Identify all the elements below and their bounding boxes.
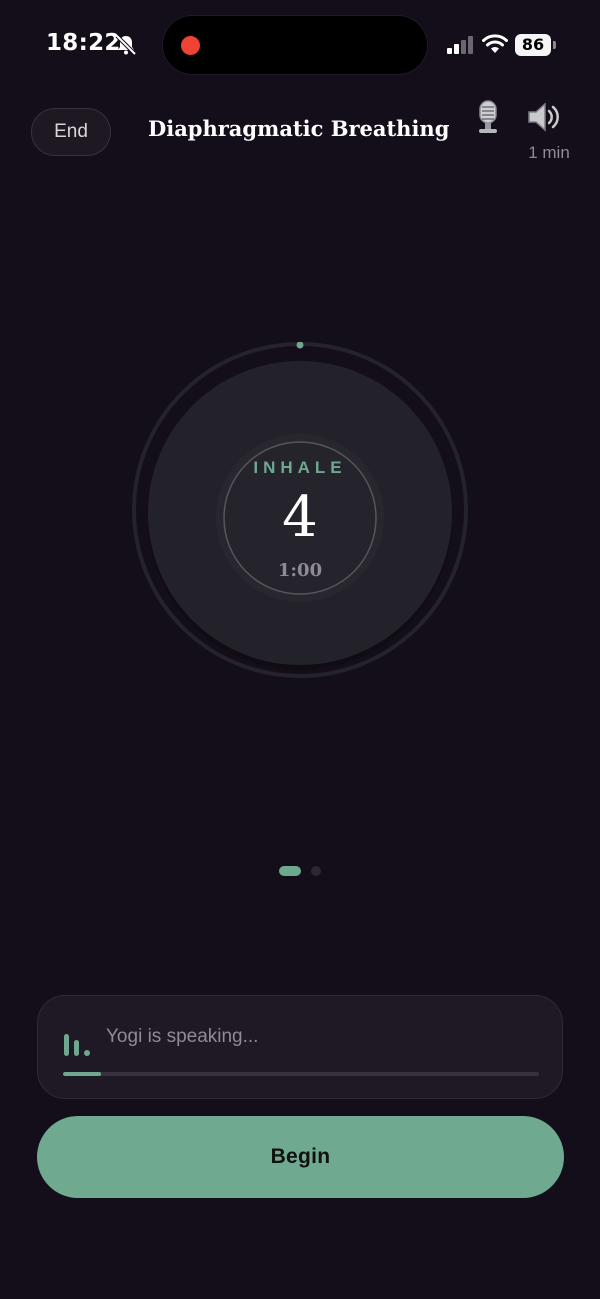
microphone-icon[interactable] (474, 99, 502, 135)
begin-button[interactable]: Begin (37, 1116, 564, 1198)
bell-slash-icon (115, 34, 137, 56)
audio-bars-icon (64, 1034, 90, 1056)
recording-indicator (181, 36, 200, 55)
speaking-card: Yogi is speaking... (37, 995, 563, 1099)
duration-label: 1 min (528, 143, 570, 162)
page-title: Diaphragmatic Breathing (148, 116, 450, 141)
phase-label: INHALE (253, 458, 347, 477)
page-indicator-active[interactable] (279, 866, 301, 876)
speaking-status: Yogi is speaking... (106, 1026, 259, 1047)
cellular-signal-icon (447, 36, 473, 54)
speaking-progress-bar (63, 1072, 539, 1076)
page-indicator[interactable] (311, 866, 321, 876)
timer-value: 1:00 (277, 560, 323, 581)
count-value: 4 (282, 485, 318, 550)
progress-marker (296, 342, 304, 349)
status-time: 18:22 (46, 30, 121, 56)
speaking-progress-fill (63, 1072, 102, 1076)
battery-cap (553, 41, 556, 49)
speaker-icon[interactable] (526, 100, 562, 134)
wifi-icon (482, 34, 508, 53)
end-button[interactable]: End (31, 108, 111, 156)
battery-icon: 86 (515, 34, 551, 56)
dynamic-island (163, 16, 427, 74)
